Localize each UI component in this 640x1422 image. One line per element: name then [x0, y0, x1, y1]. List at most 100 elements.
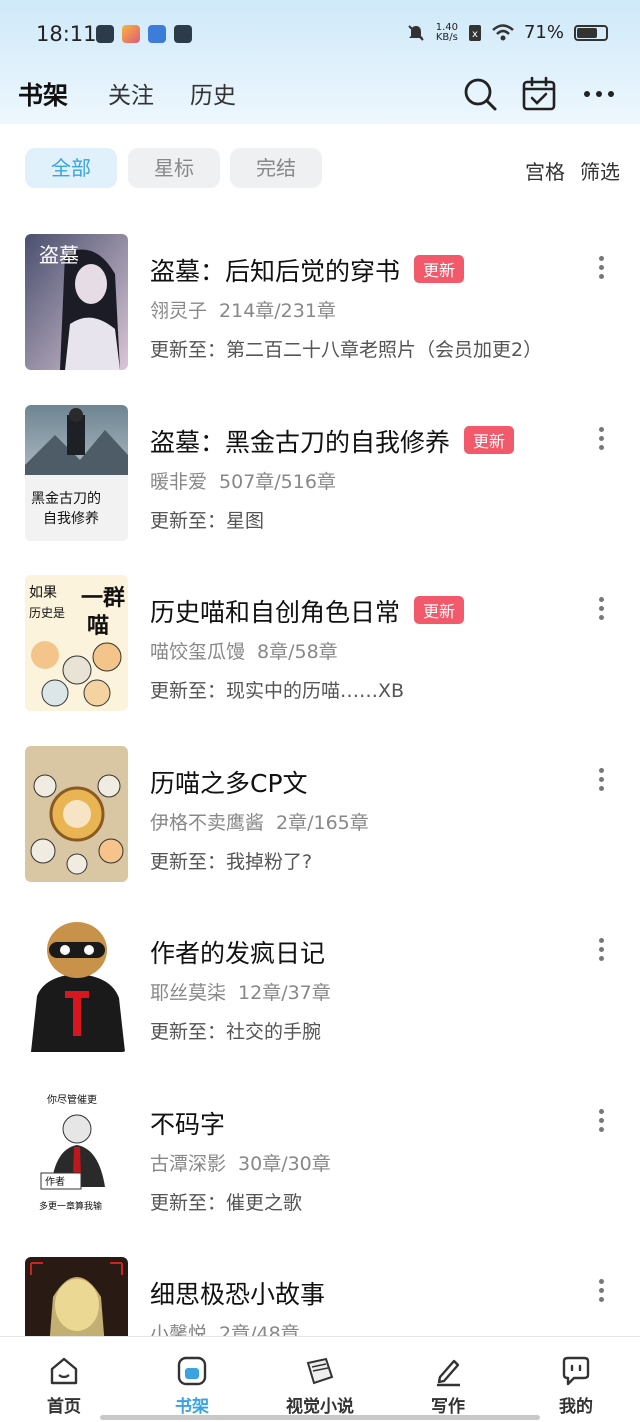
- list-item[interactable]: 黑金古刀的 自我修养 盗墓：黑金古刀的自我修养 更新 暖非爱 507章/516章 更…: [0, 375, 640, 546]
- book-title: 盗墓：后知后觉的穿书 更新: [150, 252, 465, 288]
- book-meta: 伊格不卖鹰酱 2章/165章: [150, 808, 369, 835]
- book-author: 翎灵子: [150, 300, 208, 322]
- book-update: 更新至：第二百二十八章老照片（会员加更2）: [150, 339, 543, 361]
- svg-text:自我修养: 自我修养: [43, 511, 99, 527]
- update-badge: 更新: [414, 596, 465, 624]
- book-meta: 暖非爱 507章/516章: [150, 467, 336, 494]
- bookshelf-icon: [177, 1356, 207, 1386]
- book-cover: [25, 916, 128, 1052]
- svg-text:黑金古刀的: 黑金古刀的: [31, 491, 101, 507]
- nav-bookshelf[interactable]: 书架: [128, 1337, 256, 1422]
- svg-text:一群: 一群: [81, 585, 125, 611]
- filter-chip-all[interactable]: 全部: [25, 148, 117, 188]
- bottom-nav: 首页 书架 视觉小说 写作 我的: [0, 1336, 640, 1422]
- book-chapters: 2章/165章: [276, 811, 369, 834]
- item-more-icon[interactable]: [596, 1108, 606, 1135]
- list-item[interactable]: 一群 喵 如果 历史是 历史喵和自创角色日常 更新 喵饺玺瓜馒 8章/58章 更新至…: [0, 545, 640, 716]
- item-more-icon[interactable]: [596, 256, 606, 282]
- book-title: 历史喵和自创角色日常 更新: [150, 593, 465, 629]
- book-update: 更新至：催更之歌: [150, 1191, 303, 1214]
- nav-visual-novel[interactable]: 视觉小说: [256, 1337, 384, 1422]
- item-more-icon[interactable]: [596, 426, 606, 453]
- item-more-icon[interactable]: [596, 767, 606, 794]
- book-author: 耶丝莫柒: [150, 982, 227, 1004]
- book-cover: 黑金古刀的 自我修养: [25, 404, 128, 541]
- svg-text:喵: 喵: [87, 613, 109, 639]
- list-item[interactable]: 作者的发疯日记 耶丝莫柒 12章/37章 更新至：社交的手腕: [0, 886, 640, 1057]
- book-author: 伊格不卖鹰酱: [150, 811, 265, 834]
- list-item[interactable]: 你尽管催更 作者 多更一章算我输 不码字 古潭深影 30章/30章 更新至：催更之…: [0, 1057, 640, 1228]
- wifi-icon: [492, 23, 514, 40]
- more-icon[interactable]: [581, 76, 617, 112]
- book-author: 古潭深影: [150, 1152, 227, 1175]
- home-indicator[interactable]: [100, 1415, 540, 1420]
- nav-home[interactable]: 首页: [0, 1337, 128, 1422]
- update-badge: 更新: [414, 255, 465, 283]
- tab-following[interactable]: 关注: [108, 76, 154, 110]
- top-header-area: 18:11 1.40 KB/s x 71% 书架 关注 历史: [0, 0, 640, 124]
- battery-icon: [574, 24, 608, 41]
- book-title: 细思极恐小故事: [150, 1280, 326, 1309]
- book-title: 历喵之多CP文: [150, 768, 308, 798]
- svg-text:如果: 如果: [29, 585, 57, 601]
- list-item[interactable]: 盗墓 盗墓：后知后觉的穿书 更新 翎灵子 214章/231章 更新至：第二百二十八章…: [0, 204, 640, 375]
- battery-percent: 71%: [523, 22, 564, 43]
- notification-icons: [96, 25, 192, 43]
- grid-view-toggle[interactable]: 宫格: [525, 156, 565, 185]
- item-more-icon[interactable]: [596, 1279, 606, 1305]
- mute-icon: [408, 24, 424, 41]
- book-cover: 盗墓: [25, 234, 128, 370]
- calendar-check-icon[interactable]: [521, 76, 557, 112]
- book-meta: 翎灵子 214章/231章: [150, 296, 336, 323]
- filter-chip-starred[interactable]: 星标: [128, 148, 220, 188]
- update-badge: 更新: [464, 425, 515, 454]
- game-notification-icon: [122, 25, 140, 43]
- nav-mine[interactable]: 我的: [512, 1337, 640, 1422]
- bag-notification-icon: [174, 25, 192, 43]
- filter-chip-finished[interactable]: 完结: [230, 148, 322, 188]
- pen-icon: [437, 1359, 460, 1387]
- book-cover: 你尽管催更 作者 多更一章算我输: [25, 1086, 128, 1223]
- book-title: 作者的发疯日记: [150, 939, 326, 968]
- net-speed: 1.40 KB/s: [435, 21, 458, 43]
- svg-text:多更一章算我输: 多更一章算我输: [39, 1200, 102, 1212]
- filter-button[interactable]: 筛选: [580, 156, 620, 185]
- nav-write[interactable]: 写作: [384, 1337, 512, 1422]
- book-list: 盗墓 盗墓：后知后觉的穿书 更新 翎灵子 214章/231章 更新至：第二百二十八章…: [0, 204, 640, 1398]
- visual-novel-icon: [306, 1357, 334, 1385]
- item-more-icon[interactable]: [596, 597, 606, 623]
- book-chapters: 507章/516章: [219, 470, 336, 493]
- book-chapters: 8章/58章: [257, 641, 338, 663]
- status-time: 18:11: [36, 22, 97, 46]
- search-icon[interactable]: [462, 76, 498, 112]
- tab-history[interactable]: 历史: [190, 76, 236, 110]
- book-author: 暖非爱: [150, 470, 208, 493]
- book-title: 盗墓：黑金古刀的自我修养 更新: [150, 423, 515, 459]
- header-tabs: 书架 关注 历史: [0, 70, 640, 124]
- app-notification-icon: [96, 25, 114, 43]
- chat-bubble-icon: [562, 1356, 590, 1386]
- book-meta: 耶丝莫柒 12章/37章: [150, 978, 331, 1005]
- svg-text:历史是: 历史是: [29, 606, 65, 620]
- book-meta: 古潭深影 30章/30章: [150, 1149, 331, 1176]
- book-title: 不码字: [150, 1109, 226, 1139]
- svg-text:作者: 作者: [45, 1176, 65, 1188]
- book-chapters: 30章/30章: [238, 1152, 331, 1175]
- book-update: 更新至：我掉粉了?: [150, 850, 313, 873]
- book-update: 更新至：现实中的历喵……XB: [150, 680, 405, 702]
- status-right: 1.40 KB/s x 71%: [406, 22, 608, 43]
- book-cover: [25, 745, 128, 882]
- book-chapters: 214章/231章: [219, 300, 336, 322]
- item-more-icon[interactable]: [596, 938, 606, 964]
- book-author: 喵饺玺瓜馒: [150, 641, 246, 663]
- status-bar: 18:11 1.40 KB/s x 71%: [0, 0, 640, 70]
- home-icon: [50, 1357, 78, 1385]
- tab-bookshelf[interactable]: 书架: [18, 76, 68, 112]
- list-item[interactable]: 历喵之多CP文 伊格不卖鹰酱 2章/165章 更新至：我掉粉了?: [0, 716, 640, 887]
- svg-text:你尽管催更: 你尽管催更: [47, 1093, 97, 1106]
- book-chapters: 12章/37章: [238, 982, 331, 1004]
- book-meta: 喵饺玺瓜馒 8章/58章: [150, 637, 338, 664]
- filter-bar: 全部 星标 完结 宫格 筛选: [0, 124, 640, 204]
- book-update: 更新至：社交的手腕: [150, 1021, 322, 1043]
- sim-icon: x: [468, 24, 481, 41]
